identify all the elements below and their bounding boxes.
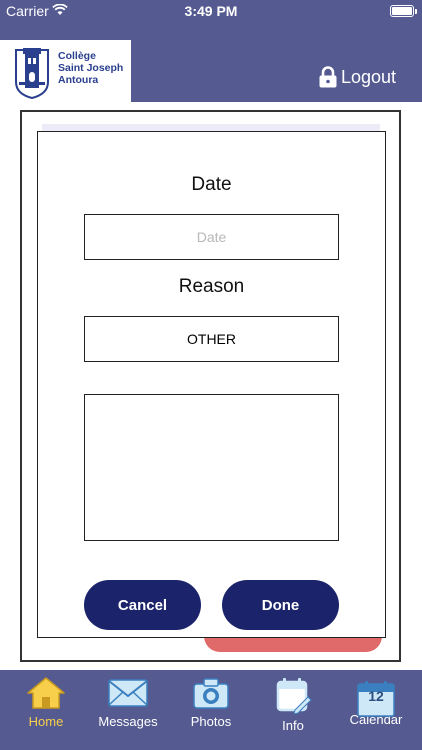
tab-label: Home xyxy=(28,714,64,729)
home-icon xyxy=(27,677,65,709)
tab-bar: Home Messages Photos Info 12 Calendar xyxy=(0,670,422,750)
calendar-edit-icon xyxy=(276,678,312,714)
app-header: Collège Saint Joseph Antoura Logout xyxy=(0,22,422,102)
reason-title: Reason xyxy=(178,276,245,297)
tab-label: Info xyxy=(282,718,304,733)
date-field[interactable]: Date xyxy=(84,214,339,260)
logout-label: Logout xyxy=(340,66,396,87)
logo-line: Saint Joseph xyxy=(58,62,124,74)
battery-icon xyxy=(390,5,417,17)
calendar-icon: 12 xyxy=(356,674,396,717)
logo-line: Collège xyxy=(58,50,96,62)
reason-select[interactable]: OTHER xyxy=(84,316,339,362)
tab-photos[interactable]: Photos xyxy=(169,670,253,750)
cancel-button[interactable]: Cancel xyxy=(84,580,201,630)
logout-button[interactable]: Logout xyxy=(318,66,396,88)
tab-messages[interactable]: Messages xyxy=(86,670,170,750)
reason-value: OTHER xyxy=(187,331,236,347)
tab-home[interactable]: Home xyxy=(4,670,88,750)
done-button[interactable]: Done xyxy=(222,580,339,630)
tab-label: Messages xyxy=(98,714,158,729)
tab-label: Photos xyxy=(190,714,232,729)
calendar-day: 12 xyxy=(368,688,384,704)
notes-textarea[interactable] xyxy=(84,394,339,541)
date-placeholder: Date xyxy=(196,229,227,245)
envelope-icon xyxy=(108,679,148,707)
logo-text: Collège Saint Joseph Antoura xyxy=(58,50,123,86)
date-title: Date xyxy=(191,174,232,195)
tab-info[interactable]: Info xyxy=(251,670,335,750)
status-bar: Carrier 3:49 PM xyxy=(0,0,422,22)
report-absence-dialog: Date Date Reason OTHER Cancel Done xyxy=(37,131,386,638)
camera-icon xyxy=(193,678,229,709)
school-logo: Collège Saint Joseph Antoura xyxy=(0,40,131,102)
logo-line: Antoura xyxy=(58,74,99,86)
tower-logo-icon xyxy=(15,48,49,100)
tab-calendar[interactable]: 12 Calendar xyxy=(334,670,418,750)
clock: 3:49 PM xyxy=(184,3,238,19)
lock-icon xyxy=(319,66,337,88)
